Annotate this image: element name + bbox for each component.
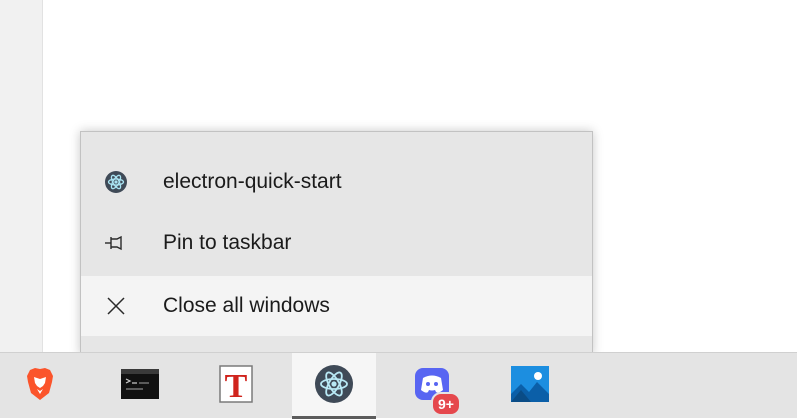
taskbar-jump-list: electron-quick-start Pin to taskbar Clos… [80, 131, 593, 355]
taskbar-app-photos[interactable] [500, 353, 560, 419]
photos-icon [511, 365, 549, 407]
pin-icon [103, 230, 129, 256]
typora-glyph: T [225, 368, 248, 403]
electron-icon [314, 364, 354, 409]
brave-browser-icon [24, 367, 56, 406]
taskbar-app-terminal[interactable] [110, 353, 170, 419]
jump-list-item-label: Pin to taskbar [163, 231, 292, 254]
taskbar-app-typora[interactable]: T [206, 353, 266, 419]
taskbar-app-brave[interactable] [10, 353, 70, 419]
jump-list-item-close-all[interactable]: Close all windows [81, 276, 592, 336]
terminal-icon [121, 368, 159, 404]
background-window-edge [0, 0, 43, 352]
electron-icon [103, 169, 129, 195]
jump-list-item-label: electron-quick-start [163, 170, 342, 193]
jump-list-item-app[interactable]: electron-quick-start [81, 152, 592, 212]
close-icon [103, 293, 129, 319]
typora-icon: T [219, 364, 253, 408]
jump-list-item-label: Close all windows [163, 294, 330, 317]
taskbar: T [0, 352, 797, 419]
taskbar-app-electron[interactable] [292, 353, 376, 419]
notification-badge: 9+ [431, 392, 461, 416]
jump-list-item-pin[interactable]: Pin to taskbar [81, 213, 592, 273]
